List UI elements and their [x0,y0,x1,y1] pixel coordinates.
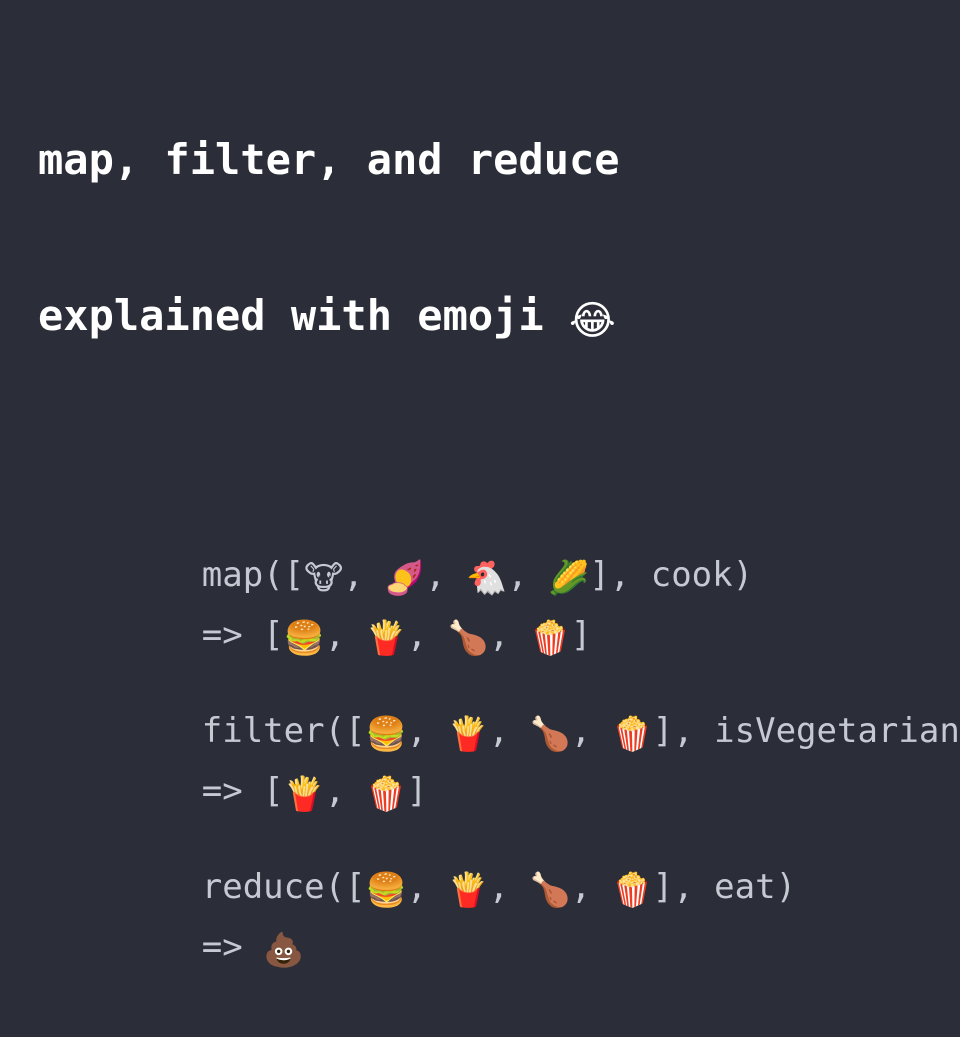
filter-call-suffix: ], isVegetarian) [652,711,960,751]
french-fries-icon: 🍟 [447,714,489,753]
pile-of-poo-icon: 💩 [263,930,305,969]
map-result-suffix: ] [570,615,592,655]
popcorn-icon: 🍿 [611,870,653,909]
filter-result-suffix: ] [406,771,428,811]
poultry-leg-icon: 🍗 [529,870,571,909]
map-call-suffix: ], cook) [589,555,754,595]
popcorn-icon: 🍿 [529,618,571,657]
hamburger-icon: 🍔 [283,618,325,657]
separator: , [324,615,366,655]
map-result-arrow: => [ [201,615,284,655]
popcorn-icon: 🍿 [365,774,407,813]
map-call-line: map([🐮, 🍠, 🐔, 🌽], cook) [38,485,960,595]
separator: , [570,867,612,907]
separator: , [406,615,448,655]
title-line-2-text: explained with emoji [38,291,570,340]
french-fries-icon: 🍟 [365,618,407,657]
title-line-1: map, filter, and reduce [38,135,620,184]
roasted-sweet-potato-icon: 🍠 [384,558,426,597]
separator: , [406,711,448,751]
chicken-icon: 🐔 [466,558,508,597]
code-block-map: map([🐮, 🍠, 🐔, 🌽], cook) => [🍔, 🍟, 🍗, 🍿] [38,485,960,655]
separator: , [570,711,612,751]
separator: , [507,555,549,595]
cow-face-icon: 🐮 [304,558,344,597]
filter-call-prefix: filter([ [201,711,366,751]
hamburger-icon: 🍔 [365,870,407,909]
ear-of-corn-icon: 🌽 [548,558,590,597]
filter-result-arrow: => [ [201,771,284,811]
separator: , [488,711,530,751]
separator: , [488,867,530,907]
french-fries-icon: 🍟 [283,774,325,813]
separator: , [406,867,448,907]
separator: , [425,555,467,595]
slide-canvas: map, filter, and reduce explained with e… [0,0,960,967]
reduce-call-prefix: reduce([ [201,867,366,907]
code-examples: map([🐮, 🍠, 🐔, 🌽], cook) => [🍔, 🍟, 🍗, 🍿] … [38,485,960,967]
map-call-prefix: map([ [201,555,305,595]
popcorn-icon: 🍿 [611,714,653,753]
separator: , [343,555,385,595]
page-title: map, filter, and reduce explained with e… [38,30,960,451]
french-fries-icon: 🍟 [447,870,489,909]
reduce-result-arrow: => [201,927,264,967]
reduce-call-suffix: ], eat) [652,867,797,907]
poultry-leg-icon: 🍗 [447,618,489,657]
poultry-leg-icon: 🍗 [529,714,571,753]
face-with-tears-of-joy-icon: 😂 [569,298,616,344]
separator: , [488,615,530,655]
hamburger-icon: 🍔 [365,714,407,753]
title-line-2: explained with emoji 😂 [38,290,960,347]
separator: , [324,771,366,811]
